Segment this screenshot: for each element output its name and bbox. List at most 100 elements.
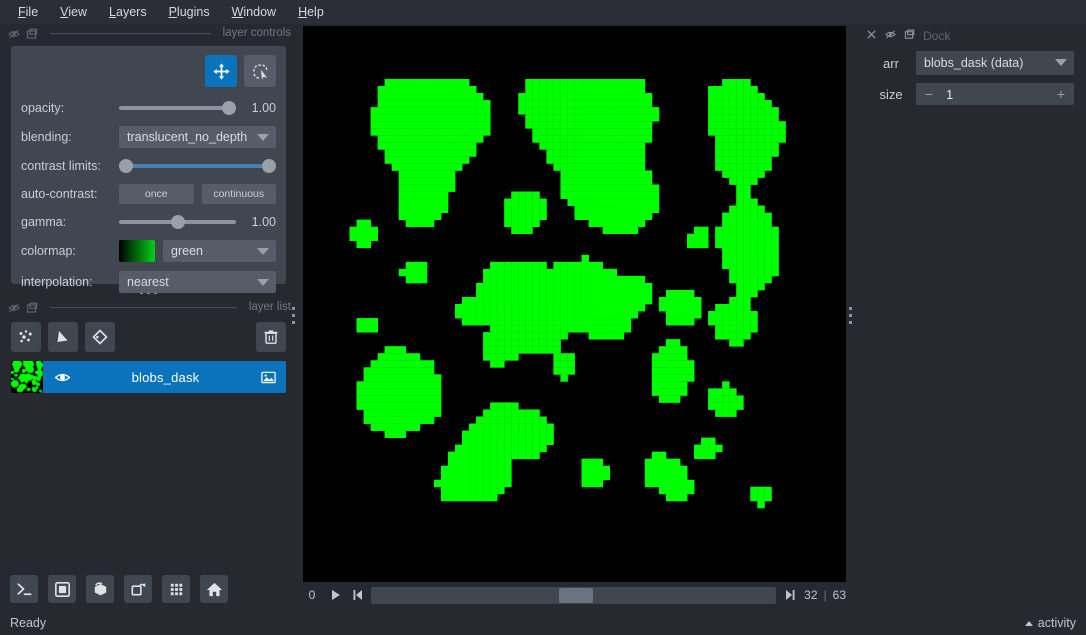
contrast-limits-field (119, 157, 276, 175)
dimension-max-index: 63 (832, 588, 846, 602)
size-increment-button[interactable]: + (1048, 86, 1074, 102)
interpolation-label: interpolation: (21, 275, 93, 289)
image-layer-icon (250, 369, 286, 386)
gamma-value: 1.00 (251, 215, 276, 229)
left-panel: layer controls opacity: 1.00 blending: t… (0, 24, 297, 567)
arr-value: blobs_dask (data) (924, 56, 1024, 70)
image-canvas[interactable] (303, 26, 846, 582)
colormap-value: green (171, 244, 203, 258)
reset-view-button[interactable] (200, 575, 228, 603)
contrast-limits-label: contrast limits: (21, 159, 101, 173)
menu-item-file[interactable]: File (8, 2, 48, 23)
opacity-value: 1.00 (251, 101, 276, 115)
popout-panel-icon[interactable] (26, 301, 38, 313)
arr-select[interactable]: blobs_dask (data) (916, 51, 1074, 75)
size-stepper[interactable]: − 1 + (916, 83, 1074, 105)
right-panel-grip[interactable] (849, 307, 852, 324)
layer-controls-grid: opacity: 1.00 blending: translucent_no_d… (21, 99, 276, 293)
previous-frame-button[interactable] (349, 586, 365, 604)
size-value[interactable]: 1 (942, 87, 1048, 102)
contrast-limits-high-knob[interactable] (262, 159, 276, 173)
grip-dot (292, 321, 295, 324)
list-item[interactable]: blobs_dask (11, 361, 286, 393)
menu-item-plugins[interactable]: Plugins (159, 2, 220, 23)
chevron-down-icon (1055, 59, 1067, 66)
right-dock-panel: Dock arr blobs_dask (data) size − 1 + (858, 26, 1086, 567)
napari-window: File View Layers Plugins Window Help layer co… (0, 0, 1086, 635)
popout-panel-icon[interactable] (26, 27, 38, 39)
viewer-buttons-bar (0, 567, 297, 611)
menu-item-window[interactable]: Window (222, 2, 286, 23)
gamma-slider[interactable] (119, 213, 236, 231)
grip-dot (849, 314, 852, 317)
layer-list-title: layer list (248, 301, 291, 313)
grip-dot (292, 307, 295, 310)
close-icon[interactable] (866, 27, 877, 45)
titlebar-rule (50, 306, 237, 308)
gamma-label: gamma: (21, 215, 67, 229)
popout-panel-icon[interactable] (904, 27, 915, 45)
interpolation-value: nearest (127, 275, 169, 289)
dims-axis-label: 0 (308, 588, 316, 602)
layer-controls-title: layer controls (222, 27, 291, 39)
contrast-limits-track (119, 164, 276, 168)
colormap-swatch (119, 240, 155, 262)
float-panel-icon[interactable] (8, 27, 20, 39)
pan-zoom-mode-button[interactable] (205, 55, 237, 87)
dimension-slider-handle[interactable] (559, 587, 594, 603)
menu-item-view[interactable]: View (50, 2, 97, 23)
dimension-separator: | (823, 588, 827, 602)
interpolation-select[interactable]: nearest (119, 271, 276, 293)
blending-value: translucent_no_depth (127, 130, 248, 144)
layer-controls-panel: opacity: 1.00 blending: translucent_no_d… (11, 46, 286, 293)
activity-toggle[interactable]: activity (1024, 616, 1076, 630)
blending-field: translucent_no_depth (119, 126, 276, 148)
size-label: size (879, 86, 903, 102)
contrast-limits-low-knob[interactable] (119, 159, 133, 173)
size-decrement-button[interactable]: − (916, 86, 942, 102)
float-panel-icon[interactable] (8, 301, 20, 313)
layer-name: blobs_dask (131, 369, 200, 385)
dimension-slider[interactable] (371, 586, 777, 604)
grid-view-button[interactable] (162, 575, 190, 603)
contrast-limits-slider[interactable] (119, 157, 276, 175)
auto-contrast-once-button[interactable]: once (119, 184, 194, 204)
ndisplay-2d-button[interactable] (48, 575, 76, 603)
colormap-select[interactable]: green (163, 240, 276, 262)
grip-dot (849, 307, 852, 310)
new-labels-layer-button[interactable] (85, 322, 115, 352)
menu-item-help[interactable]: Help (288, 2, 334, 23)
opacity-slider[interactable] (119, 99, 236, 117)
auto-contrast-field: once continuous (119, 184, 276, 204)
gamma-knob[interactable] (170, 215, 185, 229)
canvas-container[interactable] (303, 26, 846, 582)
status-bar: Ready activity (0, 611, 1086, 635)
layer-visibility-toggle[interactable] (43, 369, 81, 386)
auto-contrast-continuous-button[interactable]: continuous (201, 184, 276, 204)
next-frame-button[interactable] (782, 586, 798, 604)
menu-item-layers[interactable]: Layers (99, 2, 157, 23)
layer-controls-titlebar: layer controls (0, 24, 297, 42)
opacity-knob[interactable] (222, 101, 236, 115)
gamma-field: 1.00 (119, 213, 276, 231)
console-button[interactable] (10, 575, 38, 603)
new-shapes-layer-button[interactable] (48, 322, 78, 352)
left-panel-grip[interactable] (292, 307, 295, 324)
blending-select[interactable]: translucent_no_depth (119, 126, 276, 148)
play-button[interactable] (327, 586, 343, 604)
menu-bar: File View Layers Plugins Window Help (0, 0, 1086, 24)
chevron-down-icon (257, 279, 269, 286)
dimension-current-index: 32 (804, 588, 818, 602)
layer-buttons-row (11, 322, 286, 352)
new-points-layer-button[interactable] (11, 322, 41, 352)
transform-mode-button[interactable] (244, 55, 276, 87)
delete-layer-button[interactable] (256, 322, 286, 352)
roll-dimensions-button[interactable] (124, 575, 152, 603)
layer-mode-buttons (21, 55, 276, 87)
opacity-track (119, 106, 236, 110)
ndisplay-3d-button[interactable] (86, 575, 114, 603)
colormap-field: green (119, 240, 276, 262)
float-panel-icon[interactable] (885, 27, 896, 45)
arr-label: arr (883, 55, 899, 71)
opacity-field: 1.00 (119, 99, 276, 117)
